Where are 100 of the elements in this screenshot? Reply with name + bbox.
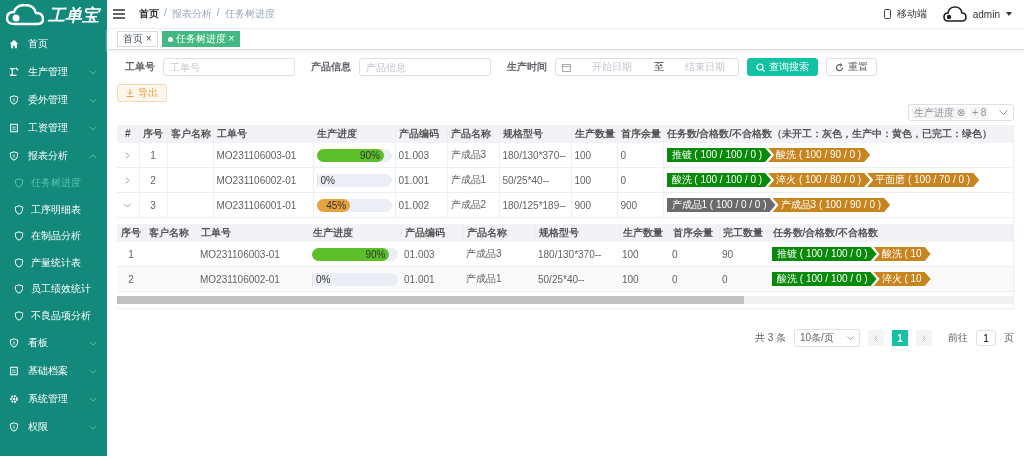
previous-page-button[interactable] xyxy=(868,330,884,346)
progress-label: 90% xyxy=(360,148,381,162)
shield-icon xyxy=(9,422,19,432)
column-header: 规格型号 xyxy=(499,125,571,143)
table-cell: 产成品1 xyxy=(463,266,535,292)
sidebar-item[interactable]: 首页 xyxy=(0,30,107,58)
sidebar-subitem[interactable]: 在制品分析 xyxy=(0,223,107,250)
column-header: 首序余量 xyxy=(669,224,719,242)
sidebar-item[interactable]: 工资管理 xyxy=(0,114,107,142)
column-header: 序号 xyxy=(117,224,145,242)
column-header: 产品名称 xyxy=(447,125,499,143)
page-number-button[interactable]: 1 xyxy=(892,330,908,346)
task-tag: 酸洗 ( 10 xyxy=(873,247,931,261)
mobile-link[interactable]: 移动端 xyxy=(896,7,927,21)
table-cell: 0 xyxy=(617,143,663,168)
table-cell: 180/125*189-- xyxy=(499,192,571,218)
document-icon xyxy=(9,123,19,133)
selected-column-tag: 生产进度 ⊗ xyxy=(912,106,968,119)
page-unit-label: 页 xyxy=(1004,331,1014,345)
refresh-icon xyxy=(835,62,844,72)
table-cell: 50/25*40-- xyxy=(535,266,619,292)
breadcrumb-link[interactable]: 首页 xyxy=(139,7,159,21)
breadcrumb-separator: / xyxy=(164,7,167,20)
next-page-button[interactable] xyxy=(916,330,932,346)
progress-label: 90% xyxy=(365,247,387,261)
chevron-down-icon xyxy=(999,110,1008,115)
column-header: 规格型号 xyxy=(535,224,619,242)
cloud-avatar-icon[interactable] xyxy=(942,6,967,22)
task-tag: 淬火 ( 100 / 80 / 0 ) xyxy=(768,173,871,187)
shield-icon xyxy=(14,257,24,268)
shield-icon xyxy=(14,178,24,189)
table-cell: 90 xyxy=(719,242,769,267)
filter-label: 生产时间 xyxy=(507,60,547,74)
horizontal-scrollbar[interactable] xyxy=(117,296,1013,304)
table-cell: 01.003 xyxy=(395,143,447,168)
sidebar-item[interactable]: 权限 xyxy=(0,413,107,441)
menu-icon[interactable] xyxy=(113,9,125,19)
column-header: 序号 xyxy=(139,125,167,143)
column-header: 生产数量 xyxy=(619,224,669,242)
sidebar-subitem[interactable]: 员工绩效统计 xyxy=(0,276,107,303)
more-count-tag: + 8 xyxy=(970,106,989,119)
expand-chevron-icon[interactable] xyxy=(124,176,132,184)
table-cell: 100 xyxy=(571,143,617,168)
sidebar-subitem[interactable]: 不良品项分析 xyxy=(0,302,107,329)
sidebar-subitem[interactable]: 工序明细表 xyxy=(0,196,107,223)
expand-chevron-icon[interactable] xyxy=(124,151,132,159)
sidebar-item[interactable]: 报表分析 xyxy=(0,142,107,170)
table-cell: 2 xyxy=(117,266,145,292)
table-cell: 900 xyxy=(617,192,663,218)
chevron-left-icon xyxy=(874,334,878,342)
table-cell: MO231106001-01 xyxy=(213,192,313,218)
table-cell: 900 xyxy=(571,192,617,218)
column-header: 产品编码 xyxy=(395,125,447,143)
user-name[interactable]: admin xyxy=(972,8,1000,20)
table-cell: MO231106003-01 xyxy=(213,143,313,168)
shield-icon xyxy=(9,151,19,161)
task-tag: 酸洗 ( 100 / 100 / 0 ) xyxy=(772,272,877,286)
table-cell: 产成品2 xyxy=(447,192,499,218)
column-header: 完工数量 xyxy=(719,224,769,242)
table-cell: 1 xyxy=(139,143,167,168)
column-header: 首序余量 xyxy=(617,125,663,143)
table-cell: 100 xyxy=(619,242,669,267)
column-header: 生产数量 xyxy=(571,125,617,143)
progress-label: 45% xyxy=(326,198,348,212)
table-cell: 2 xyxy=(139,167,167,193)
sidebar-item[interactable]: 基础档案 xyxy=(0,357,107,385)
table-cell: 01.001 xyxy=(395,167,447,193)
goto-page-input[interactable]: 1 xyxy=(976,330,996,346)
table-cell: MO231106002-01 xyxy=(213,167,313,193)
reset-button[interactable]: 重置 xyxy=(826,58,877,76)
breadcrumb-link[interactable]: 报表分析 xyxy=(171,7,212,21)
table-cell: 产成品3 xyxy=(447,143,499,168)
column-select[interactable]: 生产进度 ⊗ + 8 xyxy=(908,104,1014,121)
expand-chevron-icon[interactable] xyxy=(124,201,132,209)
sidebar-item[interactable]: 委外管理 xyxy=(0,86,107,114)
caret-down-icon[interactable] xyxy=(1006,12,1012,16)
breadcrumb-separator: / xyxy=(216,7,220,20)
shield-icon xyxy=(14,204,24,215)
sidebar-item[interactable]: 生产管理 xyxy=(0,58,107,86)
table-cell: 50/25*40-- xyxy=(499,167,571,193)
column-header: 任务数/合格数/不合格数（未开工：灰色，生产中：黄色，已完工：绿色） xyxy=(663,125,1014,143)
settings-icon xyxy=(9,394,19,404)
page-tab[interactable]: 任务树进度 × xyxy=(161,31,241,47)
page-size-select[interactable]: 10条/页 xyxy=(794,329,860,347)
column-header: 生产进度 xyxy=(313,125,395,143)
page-tab[interactable]: 首页 × xyxy=(117,31,158,47)
sidebar-item[interactable]: 看板 xyxy=(0,329,107,357)
task-tag: 推镀 ( 100 / 100 / 0 ) xyxy=(772,247,877,261)
progress-label: 0% xyxy=(316,272,331,286)
table-cell: 100 xyxy=(619,266,669,292)
sidebar-subitem[interactable]: 产量统计表 xyxy=(0,249,107,276)
table-cell: 0 xyxy=(669,242,719,267)
task-tag: 酸洗 ( 100 / 90 / 0 ) xyxy=(768,148,871,162)
sidebar-item[interactable]: 系统管理 xyxy=(0,385,107,413)
shield-icon xyxy=(14,284,24,295)
table-cell: 01.002 xyxy=(395,192,447,218)
column-header: # xyxy=(117,125,139,143)
download-icon xyxy=(126,89,134,97)
search-button[interactable]: 查询搜索 xyxy=(747,58,818,76)
home-icon xyxy=(9,39,19,49)
